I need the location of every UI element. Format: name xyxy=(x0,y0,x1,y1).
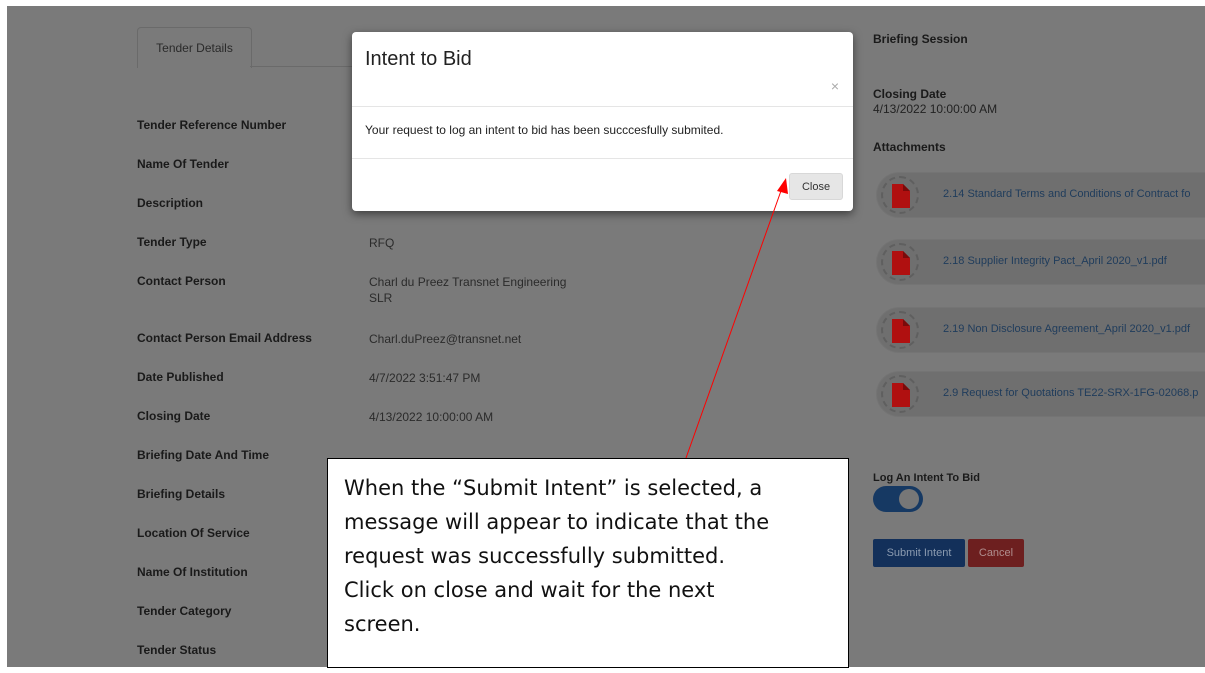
callout-line: When the “Submit Intent” is selected, a xyxy=(344,476,763,500)
callout-line: request was successfully submitted. xyxy=(344,544,726,568)
callout-line: Click on close and wait for the next xyxy=(344,578,715,602)
callout-line: message will appear to indicate that the xyxy=(344,510,770,534)
callout-line: screen. xyxy=(344,612,421,636)
instruction-callout: When the “Submit Intent” is selected, a … xyxy=(327,458,849,668)
